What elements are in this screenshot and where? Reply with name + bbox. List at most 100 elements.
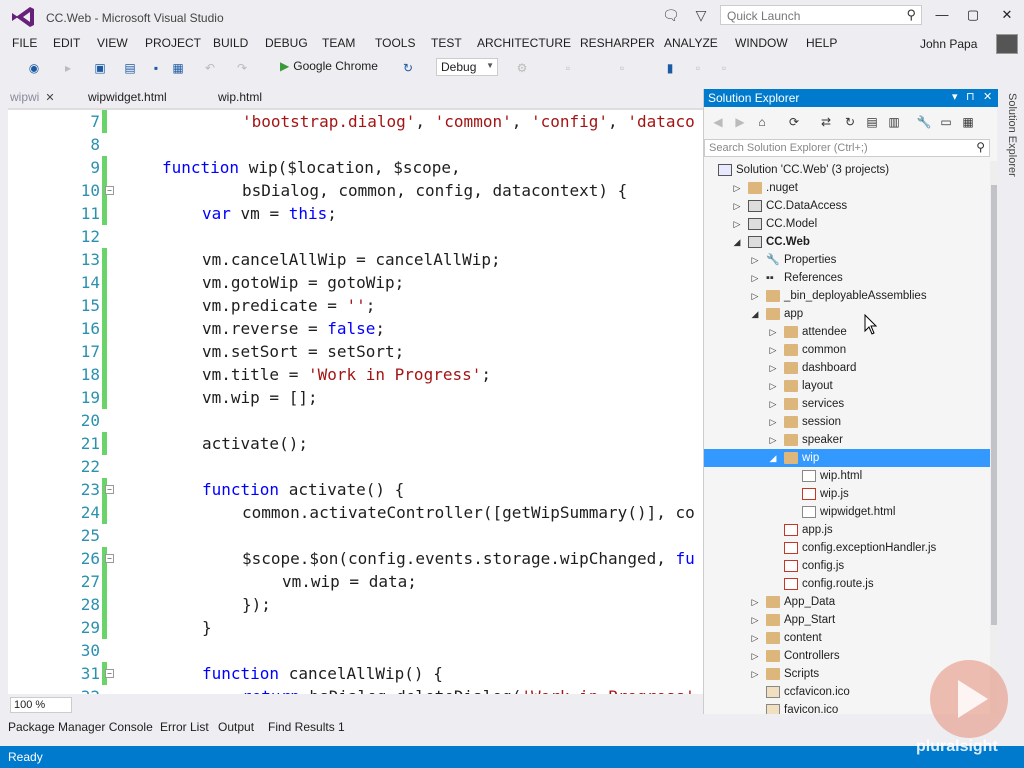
scrollbar-thumb[interactable] [991,185,997,625]
expand-icon[interactable]: ▷ [750,287,760,305]
close-button[interactable]: ✕ [996,6,1018,24]
code-editor[interactable]: 7 'bootstrap.dialog', 'common', 'config',… [8,108,703,694]
expand-icon[interactable]: ▷ [750,269,760,287]
expand-icon[interactable]: ▷ [732,179,742,197]
undo-icon[interactable]: ↶ [202,60,218,76]
new-project-icon[interactable]: ▣ [92,60,108,76]
toolbar-icon-c[interactable]: ▫ [690,60,706,76]
solution-explorer-search-input[interactable]: Search Solution Explorer (Ctrl+;) ⚲ [704,139,990,157]
expand-icon[interactable]: ▷ [750,251,760,269]
solution-explorer-side-tab[interactable]: Solution Explorer [998,89,1024,189]
code-line[interactable]: 21 activate(); [8,432,703,455]
tree-node[interactable]: ▷ dashboard [704,359,990,377]
tree-node[interactable]: ▷ ▪▪ References [704,269,990,287]
user-name[interactable]: John Papa [920,37,977,51]
menu-test[interactable]: TEST [431,36,462,50]
code-line[interactable]: 30 [8,639,703,662]
doc-tab-1[interactable]: wipwidget.html [88,90,167,104]
expand-icon[interactable]: ▷ [750,593,760,611]
tree-node[interactable]: wipwidget.html [704,503,990,521]
code-line[interactable]: 26− $scope.$on(config.events.storage.wipC… [8,547,703,570]
menu-analyze[interactable]: ANALYZE [664,36,718,50]
menu-help[interactable]: HELP [806,36,837,50]
refresh-icon[interactable]: ↻ [842,114,858,130]
code-line[interactable]: 28}); [8,593,703,616]
tree-node[interactable]: ▷ 🔧 Properties [704,251,990,269]
back-icon[interactable]: ◀ [710,114,726,130]
quick-launch-input[interactable]: Quick Launch ⚲ [720,5,922,25]
code-line[interactable]: 8 [8,133,703,156]
code-line[interactable]: 10− bsDialog, common, config, datacontext… [8,179,703,202]
doc-tab-2[interactable]: wip.html [218,90,262,104]
sync-icon[interactable]: ⟳ [786,114,802,130]
tree-node[interactable]: ▷ App_Start [704,611,990,629]
code-line[interactable]: 12 [8,225,703,248]
tree-node[interactable]: ▷ Controllers [704,647,990,665]
code-line[interactable]: 17 vm.setSort = setSort; [8,340,703,363]
window-position-icon[interactable]: ▾ [952,90,958,103]
filter-icon[interactable]: ▽ [693,7,709,23]
tool-tab-output[interactable]: Output [218,720,254,734]
view-code-icon[interactable]: ▭ [938,114,954,130]
minimize-button[interactable]: — [931,6,953,24]
expand-icon[interactable]: ▷ [732,197,742,215]
redo-icon[interactable]: ↷ [234,60,250,76]
expand-icon[interactable]: ▷ [750,611,760,629]
tree-node[interactable]: ▷ App_Data [704,593,990,611]
tree-node[interactable]: config.exceptionHandler.js [704,539,990,557]
properties-icon[interactable]: 🔧 [916,114,932,130]
maximize-button[interactable]: ▢ [962,6,984,24]
forward-icon[interactable]: ▶ [732,114,748,130]
open-file-icon[interactable]: ▤ [122,60,138,76]
code-line[interactable]: 16 vm.reverse = false; [8,317,703,340]
collapse-region-icon[interactable]: − [105,669,114,678]
class-diagram-icon[interactable]: ▦ [960,114,976,130]
menu-debug[interactable]: DEBUG [265,36,308,50]
save-all-icon[interactable]: ▦ [170,60,186,76]
bookmark-icon[interactable]: ▮ [662,60,678,76]
tree-node[interactable]: ▷ _bin_deployableAssemblies [704,287,990,305]
feedback-icon[interactable]: 🗨 [662,7,680,23]
code-line[interactable]: 13 vm.cancelAllWip = cancelAllWip; [8,248,703,271]
collapse-all-icon[interactable]: ▤ [864,114,880,130]
tree-node[interactable]: ▷ speaker [704,431,990,449]
expand-icon[interactable]: ▷ [750,665,760,683]
collapse-region-icon[interactable]: − [105,485,114,494]
code-line[interactable]: 14 vm.gotoWip = gotoWip; [8,271,703,294]
tree-node[interactable]: ◢ wip [704,449,990,467]
back-icon[interactable]: ◉ [26,60,42,76]
tree-node[interactable]: ◢ CC.Web [704,233,990,251]
zoom-select[interactable]: 100 % [10,697,72,713]
collapse-icon[interactable]: ◢ [732,233,742,251]
tree-node[interactable]: ▷ CC.DataAccess [704,197,990,215]
expand-icon[interactable]: ▷ [750,629,760,647]
attach-icon[interactable]: ⚙ [514,60,530,76]
close-tab-icon[interactable]: ✕ [45,92,54,104]
code-line[interactable]: 32 return bsDialog.deleteDialog('Work in … [8,685,703,694]
code-line[interactable]: 20 [8,409,703,432]
collapse-region-icon[interactable]: − [105,554,114,563]
tool-tab-error-list[interactable]: Error List [160,720,209,734]
tree-node[interactable]: ▷ session [704,413,990,431]
menu-tools[interactable]: TOOLS [375,36,415,50]
doc-tab-0[interactable]: wipwi ✕ [10,90,55,104]
tree-node[interactable]: config.js [704,557,990,575]
solution-configuration-select[interactable]: Debug ▼ [436,58,498,76]
expand-icon[interactable]: ▷ [768,359,778,377]
tree-node[interactable]: app.js [704,521,990,539]
forward-icon[interactable]: ▸ [60,60,76,76]
refresh-icon[interactable]: ↻ [400,60,416,76]
code-line[interactable]: 25 [8,524,703,547]
close-icon[interactable]: ✕ [983,90,992,103]
expand-icon[interactable]: ▷ [768,413,778,431]
tree-node[interactable]: ▷ services [704,395,990,413]
save-icon[interactable]: ▪ [148,60,164,76]
expand-icon[interactable]: ▷ [768,323,778,341]
menu-resharper[interactable]: RESHARPER [580,36,655,50]
toolbar-icon-b[interactable]: ▫ [614,60,630,76]
expand-icon[interactable]: ▷ [768,431,778,449]
expand-icon[interactable]: ▷ [768,395,778,413]
tool-tab-package-manager-console[interactable]: Package Manager Console [8,720,153,734]
code-line[interactable]: 31− function cancelAllWip() { [8,662,703,685]
home-icon[interactable]: ⌂ [754,114,770,130]
